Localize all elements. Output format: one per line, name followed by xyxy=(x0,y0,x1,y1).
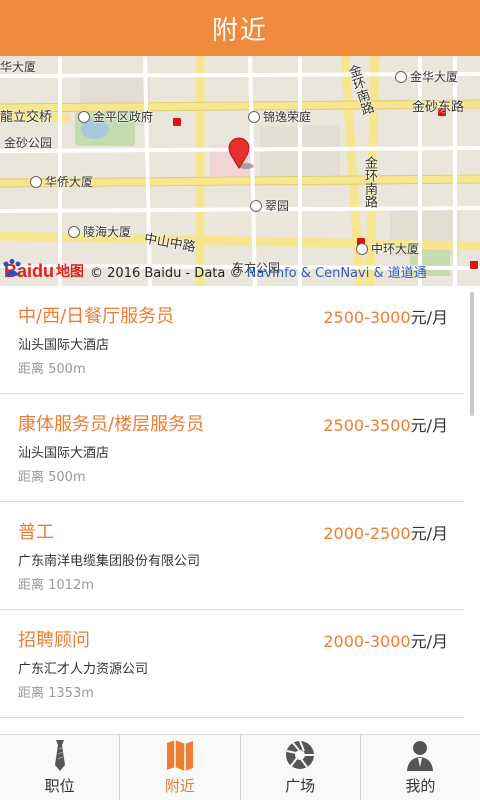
map-view[interactable]: 华大厦 龍立交桥 金平区政府 金砂公园 华侨大厦 陵海大厦 中山中路 锦逸荣庭 … xyxy=(0,56,480,286)
job-salary: 2000-2500元/月 xyxy=(323,524,448,543)
copyright-text: © 2016 Baidu - Data © xyxy=(90,265,243,281)
job-company: 广东南洋电缆集团股份有限公司 xyxy=(18,554,201,569)
map-label: 华侨大厦 xyxy=(30,173,93,190)
poi-icon xyxy=(30,176,42,188)
job-title: 中/西/日餐厅服务员 xyxy=(18,306,175,327)
baidu-logo: Bai du 地图 xyxy=(3,259,84,282)
job-distance: 距离 500m xyxy=(18,362,86,377)
poi-icon xyxy=(78,111,90,123)
baidu-paw-icon xyxy=(3,259,21,277)
job-salary: 2000-3000元/月 xyxy=(323,632,448,651)
map-label: 金环南路 xyxy=(362,156,377,208)
map-label: 陵海大厦 xyxy=(68,223,131,240)
tab-square[interactable]: 广场 xyxy=(239,735,360,800)
map-label: 中环大厦 xyxy=(356,240,419,257)
bottom-tab-bar: 职位 附近 广场 我的 xyxy=(0,734,480,800)
map-label: 翠园 xyxy=(250,197,289,214)
tab-label: 广场 xyxy=(285,777,316,795)
job-salary: 2500-3500元/月 xyxy=(323,416,448,435)
job-item[interactable]: 中/西/日餐厅服务员 2500-3000元/月 汕头国际大酒店 距离 500m xyxy=(0,286,464,394)
poi-icon xyxy=(250,200,262,212)
tab-jobs[interactable]: 职位 xyxy=(0,735,119,800)
tab-nearby[interactable]: 附近 xyxy=(119,735,239,800)
map-label: 金平区政府 xyxy=(78,108,153,125)
job-title: 普工 xyxy=(18,522,54,543)
map-label: 锦逸荣庭 xyxy=(248,108,311,125)
poi-icon xyxy=(248,111,260,123)
aperture-icon xyxy=(286,740,315,769)
tab-label: 我的 xyxy=(405,777,436,795)
person-icon xyxy=(407,741,434,771)
job-item[interactable]: 普工 2000-2500元/月 广东南洋电缆集团股份有限公司 距离 1012m xyxy=(0,502,464,610)
job-item[interactable]: 招聘顾问 2000-3000元/月 广东汇才人力资源公司 距离 1353m xyxy=(0,610,464,718)
poi-icon xyxy=(356,243,368,255)
job-title: 康体服务员/楼层服务员 xyxy=(18,414,205,435)
map-label: 龍立交桥 xyxy=(0,110,53,125)
tab-mine[interactable]: 我的 xyxy=(359,735,480,800)
map-label: 华大厦 xyxy=(0,60,37,74)
map-label: 金砂东路 xyxy=(412,100,465,115)
list-scrollbar[interactable] xyxy=(470,292,474,416)
tab-label: 职位 xyxy=(44,777,75,795)
tab-label: 附近 xyxy=(164,777,195,795)
poi-icon xyxy=(68,226,80,238)
map-label: 金华大厦 xyxy=(395,68,458,85)
data-provider-text: NavInfo & CenNavi & 道道通 xyxy=(246,265,427,281)
job-salary: 2500-3000元/月 xyxy=(323,308,448,327)
job-company: 广东汇才人力资源公司 xyxy=(18,662,149,677)
map-icon xyxy=(166,740,193,771)
tie-icon xyxy=(54,740,65,771)
poi-icon xyxy=(395,71,407,83)
job-item[interactable]: 康体服务员/楼层服务员 2500-3500元/月 汕头国际大酒店 距离 500m xyxy=(0,394,464,502)
job-distance: 距离 1012m xyxy=(18,578,94,593)
job-distance: 距离 500m xyxy=(18,470,86,485)
job-distance: 距离 1353m xyxy=(18,686,94,701)
map-label: 金砂公园 xyxy=(4,136,53,150)
job-list[interactable]: 中/西/日餐厅服务员 2500-3000元/月 汕头国际大酒店 距离 500m … xyxy=(0,286,480,734)
job-company: 汕头国际大酒店 xyxy=(18,446,110,461)
job-title: 招聘顾问 xyxy=(18,630,90,651)
app-header: 附近 xyxy=(0,0,480,56)
job-company: 汕头国际大酒店 xyxy=(18,338,110,353)
page-title: 附近 xyxy=(211,15,268,46)
map-copyright: Bai du 地图 © 2016 Baidu - Data © NavInfo … xyxy=(0,258,480,284)
